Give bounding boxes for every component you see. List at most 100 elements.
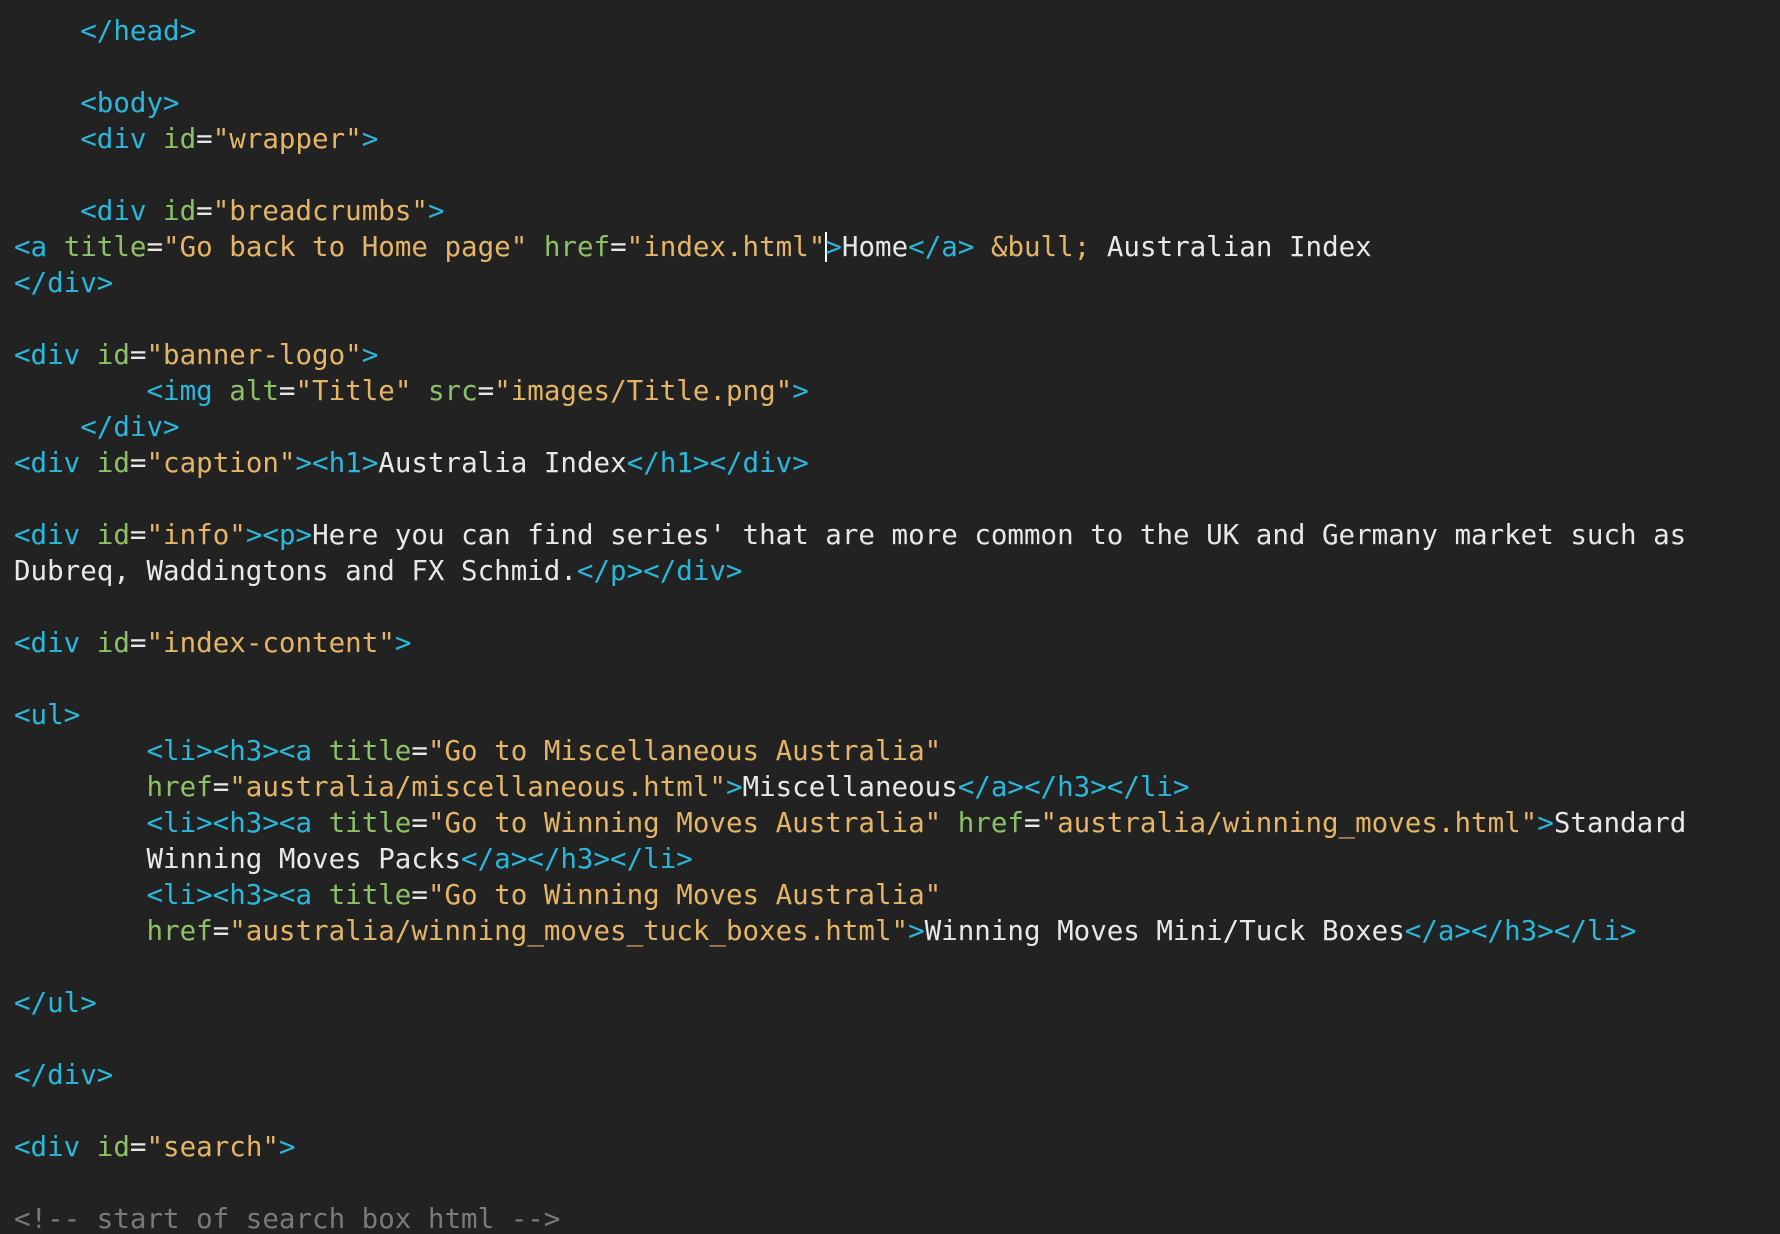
code-token: </h1></div> [626, 447, 809, 479]
code-token: </a></h3></li> [1404, 915, 1637, 947]
code-token: <div [14, 123, 147, 155]
code-token: title [63, 231, 147, 263]
code-token: <li><h3><a [14, 735, 313, 767]
code-token: "index-content" [146, 627, 395, 659]
code-token: id [163, 195, 197, 227]
code-token: title [328, 879, 412, 911]
code-token: </p></div> [576, 555, 743, 587]
code-token: <li><h3><a [14, 807, 313, 839]
code-token: </div> [14, 411, 180, 443]
code-line[interactable]: <body> [14, 85, 1686, 121]
code-token: "Go back to Home page" [163, 231, 528, 263]
code-token: ><h1> [295, 447, 379, 479]
code-token: <div [14, 1131, 81, 1163]
code-token: id [96, 627, 130, 659]
code-line[interactable]: ​ [14, 949, 1686, 985]
code-line[interactable]: <!-- start of search box html --> [14, 1201, 1686, 1234]
code-line[interactable]: </div> [14, 409, 1686, 445]
code-token: Dubreq, Waddingtons and FX Schmid. [14, 555, 577, 587]
code-token: > [1537, 807, 1554, 839]
code-line[interactable]: </head> [14, 13, 1686, 49]
code-line[interactable]: <img alt="Title" src="images/Title.png"> [14, 373, 1686, 409]
code-token: href [146, 771, 213, 803]
code-token: "breadcrumbs" [212, 195, 428, 227]
code-line[interactable]: ​ [14, 1093, 1686, 1129]
code-token: "banner-logo" [146, 339, 362, 371]
code-token: href [957, 807, 1024, 839]
code-line[interactable]: <div id="info"><p>Here you can find seri… [14, 517, 1686, 553]
code-token: Home [841, 231, 909, 263]
code-editor[interactable]: </head>​ <body> <div id="wrapper">​ <div… [0, 0, 1780, 1234]
code-token: "Go to Winning Moves Australia" [427, 879, 942, 911]
code-line[interactable]: <li><h3><a title="Go to Winning Moves Au… [14, 805, 1686, 841]
code-token: "australia/winning_moves_tuck_boxes.html… [229, 915, 909, 947]
code-token: "wrapper" [212, 123, 362, 155]
code-token: </a> [908, 231, 975, 263]
code-token: > [825, 231, 842, 263]
code-line[interactable]: <div id="wrapper"> [14, 121, 1686, 157]
code-token: "index.html" [626, 231, 826, 263]
code-token: Australian Index [1090, 231, 1372, 263]
code-token: = [129, 339, 147, 371]
code-token: = [212, 771, 230, 803]
code-token: > [792, 375, 809, 407]
code-line[interactable]: <div id="index-content"> [14, 625, 1686, 661]
code-token: <div [14, 519, 81, 551]
code-line[interactable]: ​ [14, 1021, 1686, 1057]
code-token: > [361, 123, 379, 155]
code-line[interactable]: ​ [14, 661, 1686, 697]
code-line[interactable]: ​ [14, 1165, 1686, 1201]
code-line[interactable]: <a title="Go back to Home page" href="in… [14, 229, 1686, 265]
code-token: Standard [1553, 807, 1687, 839]
code-token: "australia/miscellaneous.html" [229, 771, 726, 803]
code-line[interactable]: <li><h3><a title="Go to Winning Moves Au… [14, 877, 1686, 913]
code-token: = [610, 231, 627, 263]
code-token: "search" [146, 1131, 279, 1163]
code-token: <div [14, 447, 81, 479]
code-line[interactable]: <li><h3><a title="Go to Miscellaneous Au… [14, 733, 1686, 769]
code-line[interactable]: ​ [14, 481, 1686, 517]
code-line[interactable]: <ul> [14, 697, 1686, 733]
code-token: id [96, 519, 130, 551]
code-token: = [212, 915, 230, 947]
code-line[interactable]: ​ [14, 589, 1686, 625]
code-token: > [361, 339, 379, 371]
code-line[interactable]: Winning Moves Packs</a></h3></li> [14, 841, 1686, 877]
code-line[interactable]: href="australia/miscellaneous.html">Misc… [14, 769, 1686, 805]
code-line[interactable]: </div> [14, 265, 1686, 301]
code-token: Winning Moves Mini/Tuck Boxes [924, 915, 1405, 947]
code-token: id [96, 1131, 130, 1163]
code-line[interactable]: Dubreq, Waddingtons and FX Schmid.</p></… [14, 553, 1686, 589]
code-token: "info" [146, 519, 246, 551]
code-token: </ul> [14, 987, 97, 1019]
code-token: = [146, 231, 164, 263]
code-text-area[interactable]: </head>​ <body> <div id="wrapper">​ <div… [14, 13, 1686, 1234]
code-line[interactable]: </div> [14, 1057, 1686, 1093]
code-line[interactable]: <div id="search"> [14, 1129, 1686, 1165]
code-line[interactable]: </ul> [14, 985, 1686, 1021]
code-line[interactable]: <div id="caption"><h1>Australia Index</h… [14, 445, 1686, 481]
code-token: <ul> [14, 699, 81, 731]
code-line[interactable]: href="australia/winning_moves_tuck_boxes… [14, 913, 1686, 949]
code-token: ><p> [245, 519, 313, 551]
code-token: "Go to Miscellaneous Australia" [427, 735, 942, 767]
code-line[interactable]: <div id="banner-logo"> [14, 337, 1686, 373]
code-line[interactable]: ​ [14, 301, 1686, 337]
code-token: > [394, 627, 412, 659]
code-token: title [328, 807, 412, 839]
code-token: id [96, 339, 130, 371]
code-line[interactable]: <div id="breadcrumbs"> [14, 193, 1686, 229]
code-token: alt [229, 375, 279, 407]
code-line[interactable]: ​ [14, 157, 1686, 193]
code-token: = [196, 123, 213, 155]
code-line[interactable]: ​ [14, 49, 1686, 85]
code-token: href [543, 231, 611, 263]
